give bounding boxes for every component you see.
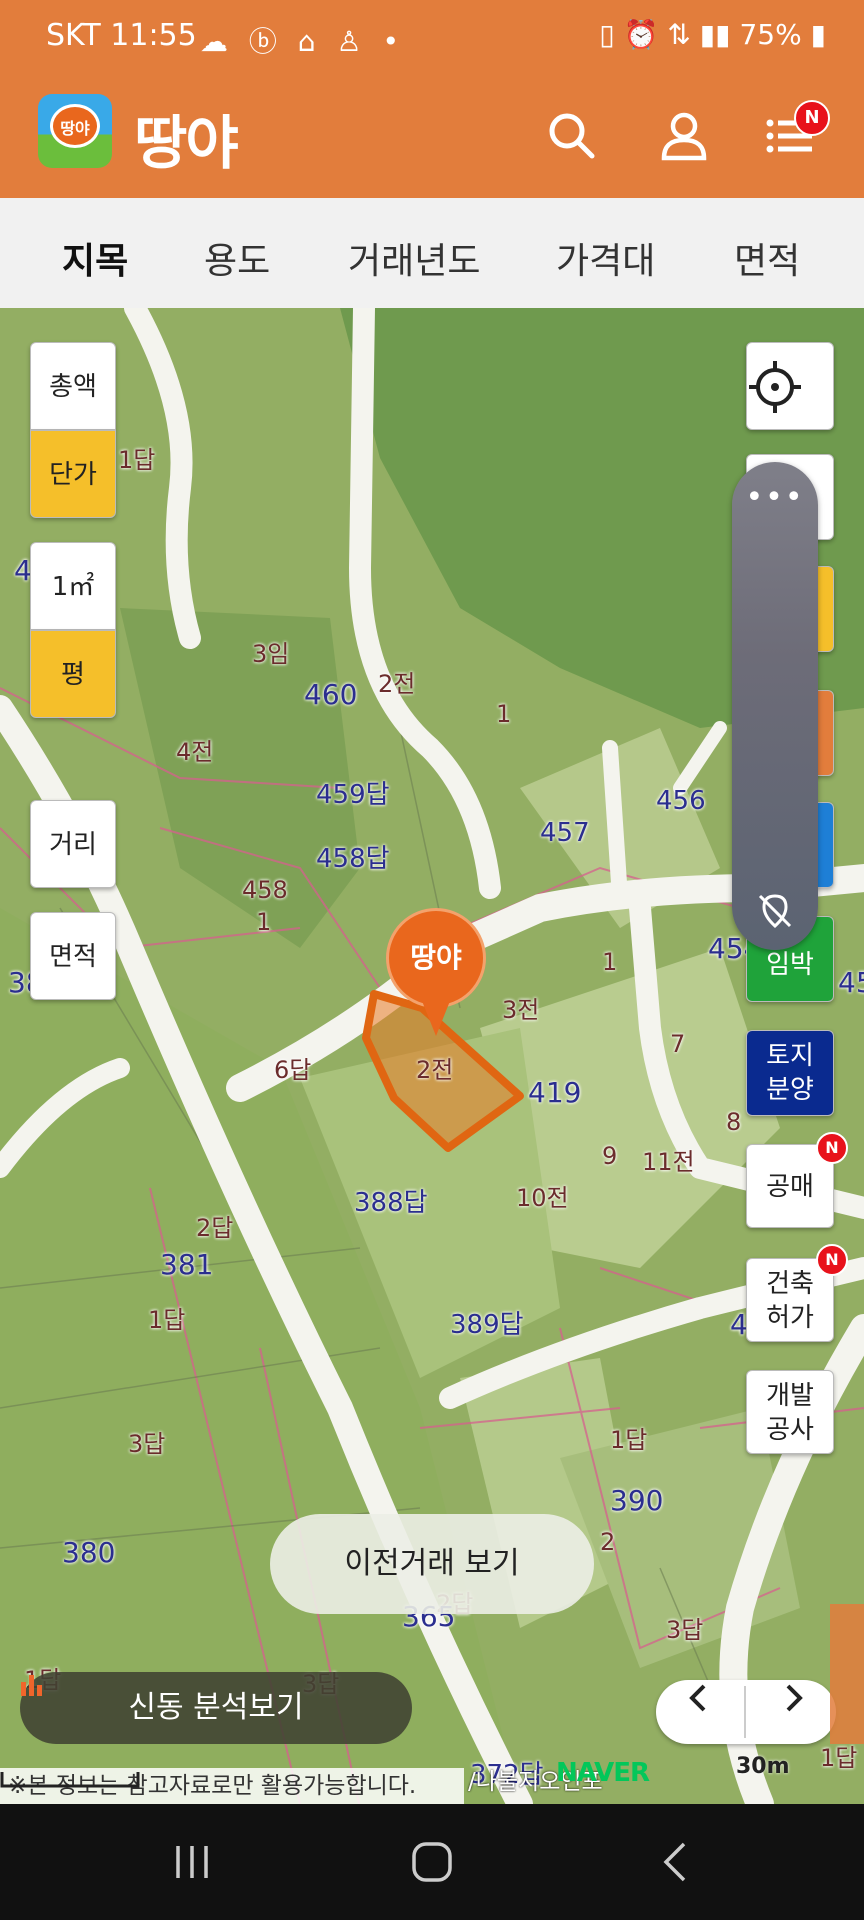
parcel-label: 4전 bbox=[176, 738, 214, 766]
parcel-label: 45 bbox=[838, 966, 864, 999]
chevron-right-icon[interactable] bbox=[774, 1680, 810, 1716]
parcel-label: 456 bbox=[656, 786, 706, 816]
parcel-label: 10전 bbox=[516, 1184, 569, 1212]
app-logo[interactable]: 땅야 bbox=[38, 94, 112, 168]
land-sale-line2: 분양 bbox=[766, 1075, 814, 1105]
prev-next-controls bbox=[656, 1680, 836, 1744]
crosshair-icon bbox=[749, 361, 801, 413]
tab-trade-year[interactable]: 거래년도 bbox=[348, 232, 480, 284]
parcel-label: 3답 bbox=[666, 1616, 704, 1644]
tab-price-range[interactable]: 가격대 bbox=[556, 232, 655, 284]
pyeong-unit-toggle[interactable]: 평 bbox=[30, 630, 116, 718]
analyze-button[interactable]: 신동 분석보기 bbox=[20, 1672, 412, 1744]
side-tab-peek[interactable] bbox=[830, 1604, 864, 1744]
parcel-label: 389답 bbox=[450, 1310, 524, 1340]
more-icon[interactable]: ••• bbox=[732, 480, 818, 515]
naver-logo: NAVER bbox=[556, 1758, 650, 1788]
user-icon[interactable] bbox=[656, 108, 712, 164]
parcel-label: 6답 bbox=[274, 1056, 312, 1084]
scale-label: 30m bbox=[736, 1754, 790, 1779]
bar-chart-icon bbox=[21, 1675, 42, 1696]
pin-logo: 땅야 bbox=[386, 908, 486, 1008]
tab-land-category[interactable]: 지목 bbox=[62, 232, 128, 284]
analyze-label: 신동 분석보기 bbox=[128, 1690, 304, 1725]
dev-line1: 개발 bbox=[766, 1381, 814, 1411]
search-icon[interactable] bbox=[544, 108, 600, 164]
sqm-unit-toggle[interactable]: 1㎡ bbox=[30, 542, 116, 630]
parcel-label: 390 bbox=[610, 1484, 664, 1517]
chevron-left-icon[interactable] bbox=[682, 1680, 718, 1716]
permit-line1: 건축 bbox=[766, 1269, 814, 1299]
total-price-toggle[interactable]: 총액 bbox=[30, 342, 116, 430]
battery-text: 75% bbox=[739, 18, 802, 51]
parcel-label: 1 bbox=[602, 948, 618, 976]
parcel-label: 3답 bbox=[128, 1430, 166, 1458]
area-tool-button[interactable]: 면적 bbox=[30, 912, 116, 1000]
parcel-label: 458 bbox=[242, 876, 288, 904]
parcel-label: 460 bbox=[304, 678, 358, 711]
logo-pin-icon: 땅야 bbox=[50, 104, 100, 148]
system-nav-bar bbox=[0, 1804, 864, 1920]
parcel-label: 3임 bbox=[252, 640, 290, 668]
parcel-label: 3전 bbox=[502, 996, 540, 1024]
land-sale-line1: 토지 bbox=[766, 1041, 814, 1071]
parcel-label: 1답 bbox=[118, 446, 156, 474]
pin-tail bbox=[420, 996, 452, 1036]
map-view[interactable]: 1답 3임 460 2전 1 4전 459답 457 456 458답 458 … bbox=[0, 308, 864, 1804]
status-right: ▯ ⏰ ⇅ ▮▮ 75% ▮ bbox=[599, 18, 826, 51]
parcel-label: 1 bbox=[256, 908, 272, 936]
previous-trades-button[interactable]: 이전거래 보기 bbox=[270, 1514, 594, 1614]
parcel-label: 2전 bbox=[416, 1056, 454, 1084]
tab-usage[interactable]: 용도 bbox=[204, 232, 270, 284]
notification-icons: ☁ ⓑ ⌂ ♙ • bbox=[200, 25, 405, 58]
permit-new-badge: N bbox=[816, 1244, 848, 1276]
back-icon[interactable] bbox=[654, 1840, 698, 1884]
parcel-label: 1답 bbox=[148, 1306, 186, 1334]
arrow-divider bbox=[744, 1686, 746, 1738]
parcel-label: 457 bbox=[540, 818, 590, 848]
location-pin[interactable]: 땅야 bbox=[386, 908, 488, 1048]
parcel-label: 1 bbox=[496, 700, 512, 728]
menu-new-badge: N bbox=[794, 100, 830, 136]
dev-line2: 공사 bbox=[766, 1415, 814, 1445]
recent-apps-icon[interactable] bbox=[170, 1840, 214, 1884]
distance-tool-button[interactable]: 거리 bbox=[30, 800, 116, 888]
parcel-label: 380 bbox=[62, 1536, 116, 1569]
scale-bar bbox=[0, 1772, 140, 1788]
parcel-label: 2 bbox=[600, 1528, 616, 1556]
parcel-label: 8 bbox=[726, 1108, 742, 1136]
permit-line2: 허가 bbox=[766, 1303, 814, 1333]
home-icon[interactable] bbox=[410, 1840, 454, 1884]
app-bar: 땅야 땅야 N bbox=[0, 80, 864, 198]
current-location-button[interactable] bbox=[746, 342, 834, 430]
layer-panel-handle[interactable]: ••• bbox=[732, 462, 818, 950]
parcel-label: 459답 bbox=[316, 780, 390, 810]
filter-tabs: 지목 용도 거래년도 가격대 면적 bbox=[0, 198, 864, 310]
auction-new-badge: N bbox=[816, 1132, 848, 1164]
unit-price-toggle[interactable]: 단가 bbox=[30, 430, 116, 518]
land-sale-layer-button[interactable]: 토지 분양 bbox=[746, 1030, 834, 1116]
parcel-label: 388답 bbox=[354, 1188, 428, 1218]
parcel-label: 2답 bbox=[196, 1214, 234, 1242]
parcel-label: 2전 bbox=[378, 670, 416, 698]
parcel-label: 381 bbox=[160, 1248, 214, 1281]
parcel-label: 7 bbox=[670, 1030, 686, 1058]
parcel-label: 1답 bbox=[610, 1426, 648, 1454]
parcel-label: 419 bbox=[528, 1076, 582, 1109]
parcel-label: 9 bbox=[602, 1142, 618, 1170]
parcel-label: 458답 bbox=[316, 844, 390, 874]
development-layer-button[interactable]: 개발 공사 bbox=[746, 1370, 834, 1454]
status-bar: SKT 11:55 ☁ ⓑ ⌂ ♙ • ▯ ⏰ ⇅ ▮▮ 75% ▮ bbox=[0, 0, 864, 80]
hide-layers-icon[interactable] bbox=[756, 892, 794, 930]
parcel-label: 11전 bbox=[642, 1148, 695, 1176]
tab-area[interactable]: 면적 bbox=[734, 232, 800, 284]
status-time: SKT 11:55 bbox=[46, 18, 197, 53]
app-title: 땅야 bbox=[134, 109, 239, 177]
